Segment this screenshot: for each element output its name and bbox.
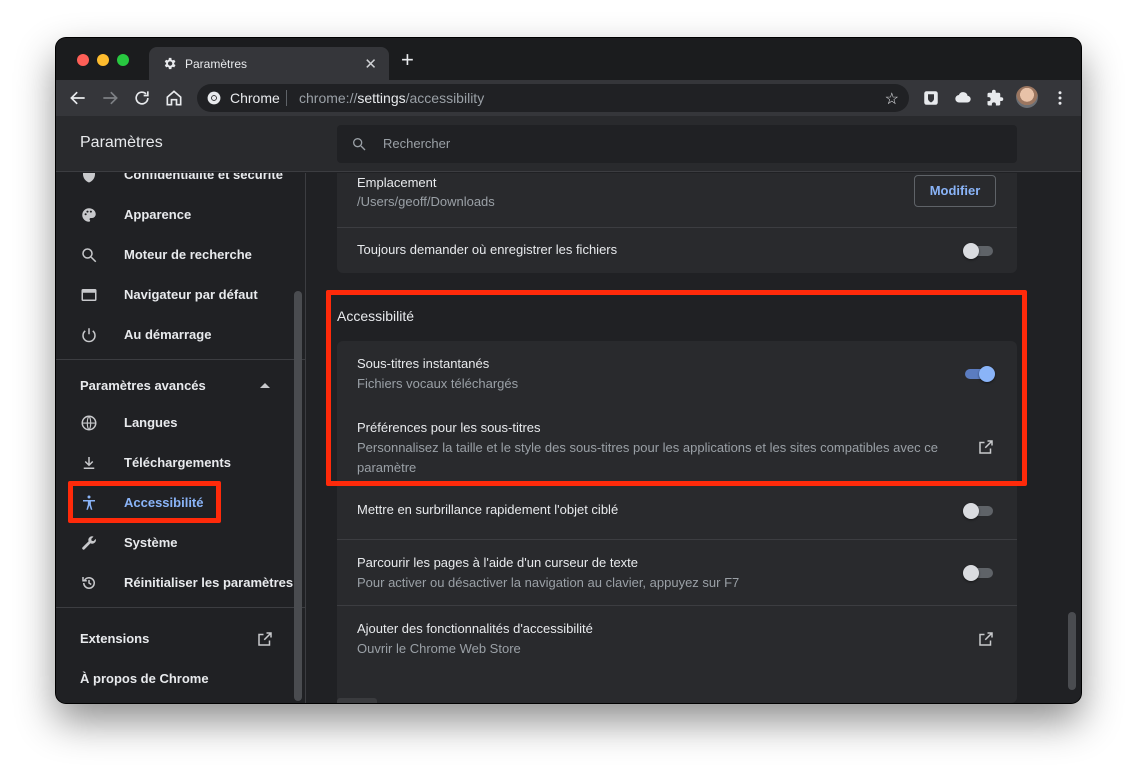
sidebar-highlight-frame [68, 481, 221, 523]
cloud-extension-icon[interactable] [954, 89, 972, 107]
caret-browsing-toggle[interactable] [963, 565, 995, 581]
sidebar-divider [56, 607, 305, 608]
palette-icon [82, 208, 96, 222]
focus-highlight-toggle[interactable] [963, 503, 995, 519]
shield-icon [83, 173, 95, 183]
focus-highlight-label: Mettre en surbrillance rapidement l'obje… [357, 502, 619, 517]
address-bar[interactable]: Chrome chrome://settings/accessibility ☆ [197, 84, 909, 112]
title-bar: Paramètres ✕ + [56, 38, 1081, 80]
download-icon [83, 457, 95, 469]
sidebar-item-label: Moteur de recherche [124, 247, 252, 262]
avatar[interactable] [1016, 86, 1038, 108]
sidebar-item-label: Langues [124, 415, 178, 430]
window-close-button[interactable] [77, 54, 89, 66]
sidebar-item-default-browser[interactable]: Navigateur par défaut [56, 275, 305, 315]
home-icon[interactable] [164, 88, 184, 108]
download-location-row: Emplacement /Users/geoff/Downloads Modif… [337, 173, 1017, 227]
downloads-card: Emplacement /Users/geoff/Downloads Modif… [337, 173, 1017, 273]
search-icon [82, 248, 97, 263]
sidebar-item-search-engine[interactable]: Moteur de recherche [56, 235, 305, 275]
sidebar-item-system[interactable]: Système [56, 523, 305, 563]
main-scrollbar[interactable] [1068, 612, 1076, 690]
bookmark-star-icon[interactable]: ☆ [885, 89, 899, 109]
wrench-icon [82, 536, 96, 550]
sidebar-item-label: Système [124, 535, 178, 550]
forward-arrow-icon[interactable] [100, 88, 120, 108]
sidebar-item-languages[interactable]: Langues [56, 403, 305, 443]
sidebar-item-label: Navigateur par défaut [124, 287, 258, 302]
sidebar-item-about[interactable]: À propos de Chrome [56, 659, 305, 699]
browser-window-icon [81, 289, 97, 301]
page-title: Paramètres [80, 134, 163, 151]
url-text: chrome://settings/accessibility [299, 90, 485, 106]
window-minimize-button[interactable] [97, 54, 109, 66]
sidebar-item-extensions[interactable]: Extensions [56, 619, 305, 659]
modify-button[interactable]: Modifier [914, 175, 996, 207]
browser-toolbar: Chrome chrome://settings/accessibility ☆ [56, 80, 1081, 116]
search-icon [353, 138, 366, 151]
accessibility-highlight-frame [326, 290, 1027, 486]
gear-icon [164, 57, 176, 70]
tab-title: Paramètres [185, 57, 248, 71]
advanced-settings-toggle[interactable]: Paramètres avancés [80, 378, 206, 393]
omnibox-separator [286, 90, 287, 106]
location-path: /Users/geoff/Downloads [357, 194, 495, 209]
sidebar-item-downloads[interactable]: Téléchargements [56, 443, 305, 483]
sidebar-item-label: Confidentialité et sécurité [124, 173, 283, 182]
browser-window: Paramètres ✕ + Chrome chrome://settings/… [56, 38, 1081, 703]
always-ask-row[interactable]: Toujours demander où enregistrer les fic… [337, 227, 1017, 273]
add-features-subtitle: Ouvrir le Chrome Web Store [357, 641, 521, 656]
add-features-title: Ajouter des fonctionnalités d'accessibil… [357, 621, 593, 636]
chrome-logo-icon [207, 91, 221, 105]
sidebar: Confidentialité et sécurité Apparence Mo… [56, 173, 306, 703]
sidebar-divider [56, 359, 305, 360]
caret-browsing-row[interactable]: Parcourir les pages à l'aide d'un curseu… [337, 539, 1017, 605]
close-tab-icon[interactable]: ✕ [364, 55, 377, 73]
sidebar-item-label: Apparence [124, 207, 192, 222]
sidebar-item-label: Téléchargements [124, 455, 231, 470]
caret-browsing-subtitle: Pour activer ou désactiver la navigation… [357, 575, 740, 590]
external-link-icon [258, 632, 272, 646]
sidebar-item-privacy[interactable]: Confidentialité et sécurité [56, 173, 305, 195]
settings-header: Paramètres Rechercher [56, 116, 1081, 172]
sidebar-item-label: Réinitialiser les paramètres [124, 575, 294, 590]
new-tab-button[interactable]: + [401, 49, 414, 71]
back-arrow-icon[interactable] [68, 88, 88, 108]
reload-icon[interactable] [132, 88, 152, 108]
sidebar-item-label: À propos de Chrome [80, 671, 209, 686]
power-icon [82, 328, 96, 343]
window-maximize-button[interactable] [117, 54, 129, 66]
globe-icon [81, 415, 97, 431]
always-ask-label: Toujours demander où enregistrer les fic… [357, 242, 618, 257]
next-section-hint [337, 698, 377, 703]
add-accessibility-features-row[interactable]: Ajouter des fonctionnalités d'accessibil… [337, 605, 1017, 671]
puzzle-extensions-icon[interactable] [986, 89, 1004, 107]
location-title: Emplacement [357, 175, 437, 190]
tab-settings[interactable]: Paramètres ✕ [149, 47, 389, 80]
shield-extension-icon[interactable] [922, 89, 940, 107]
always-ask-toggle[interactable] [963, 243, 995, 259]
more-menu-icon[interactable] [1051, 89, 1069, 107]
site-chip: Chrome [230, 90, 280, 106]
sidebar-scrollbar[interactable] [294, 291, 302, 701]
sidebar-item-reset[interactable]: Réinitialiser les paramètres [56, 563, 305, 603]
history-icon [82, 576, 95, 589]
chevron-up-icon[interactable] [260, 383, 270, 388]
focus-highlight-row[interactable]: Mettre en surbrillance rapidement l'obje… [337, 481, 1017, 539]
caret-browsing-title: Parcourir les pages à l'aide d'un curseu… [357, 555, 639, 570]
sidebar-item-appearance[interactable]: Apparence [56, 195, 305, 235]
sidebar-item-label: Au démarrage [124, 327, 212, 342]
sidebar-item-label: Extensions [80, 631, 150, 646]
external-link-icon[interactable] [977, 630, 995, 648]
search-placeholder: Rechercher [383, 136, 451, 151]
sidebar-item-startup[interactable]: Au démarrage [56, 315, 305, 355]
search-input[interactable]: Rechercher [337, 125, 1017, 163]
